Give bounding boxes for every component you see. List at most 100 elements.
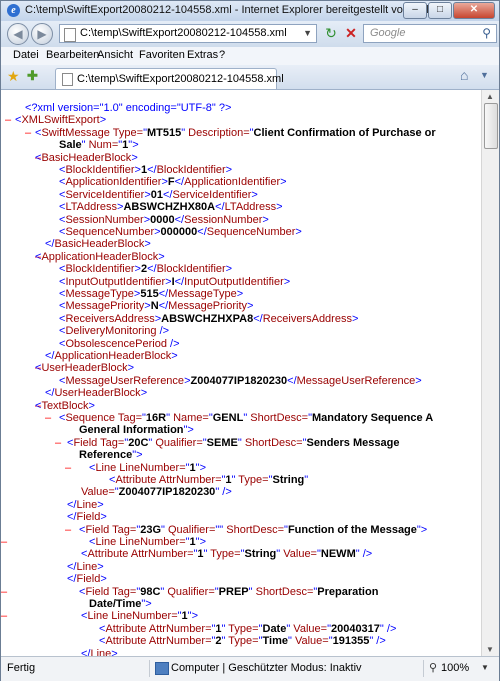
xml-line: <MessageType>515</MessageType> <box>59 288 243 301</box>
collapse-toggle[interactable]: – <box>1 586 7 598</box>
refresh-button[interactable]: ↻ <box>321 24 341 43</box>
scroll-up-arrow-icon[interactable]: ▲ <box>486 92 494 101</box>
security-zone[interactable]: Computer | Geschützter Modus: Inaktiv <box>171 662 362 674</box>
xml-token: SEME <box>206 436 238 449</box>
xml-line: </ApplicationHeaderBlock> <box>45 350 178 363</box>
status-divider <box>423 660 424 677</box>
xml-token: </ <box>147 263 157 276</box>
stop-button[interactable]: ✕ <box>343 24 359 43</box>
navigation-bar: ◀ ▶ C:\temp\SwiftExport20080212-104558.x… <box>1 21 499 47</box>
xml-token: MessagePriority <box>65 300 145 313</box>
collapse-toggle[interactable]: – <box>45 412 51 424</box>
minimize-button[interactable]: – <box>403 2 427 19</box>
xml-token: </ <box>253 312 263 325</box>
maximize-button[interactable]: □ <box>428 2 452 19</box>
collapse-toggle[interactable]: – <box>65 524 71 536</box>
menu-bearbeiten[interactable]: Bearbeiten <box>46 49 99 61</box>
address-bar[interactable]: C:\temp\SwiftExport20080212-104558.xml ▼ <box>59 24 317 43</box>
xml-token: InputOutputIdentifier <box>65 275 166 288</box>
chevron-down-icon[interactable]: ▼ <box>481 663 489 672</box>
xml-token: Type= <box>109 126 144 139</box>
zoom-level[interactable]: 100% <box>441 662 469 674</box>
xml-token: 0000 <box>150 213 175 226</box>
collapse-toggle[interactable]: – <box>55 437 61 449</box>
collapse-toggle[interactable]: – <box>1 536 7 548</box>
xml-token: Line <box>95 536 117 548</box>
xml-token: Num= <box>85 139 119 152</box>
menu-favoriten[interactable]: Favoriten <box>139 49 185 61</box>
xml-line: <Line LineNumber="1"> <box>81 610 198 623</box>
computer-icon <box>155 662 169 675</box>
search-icon[interactable]: ⚲ <box>482 26 491 40</box>
xml-token: > <box>111 647 118 656</box>
window-title: C:\temp\SwiftExport20080212-104558.xml -… <box>25 4 431 16</box>
xml-token: ApplicationHeaderBlock <box>54 350 172 362</box>
tab-current[interactable]: C:\temp\SwiftExport20080212-104558.xml <box>55 68 284 89</box>
xml-token: Value= <box>280 548 317 561</box>
xml-token: LineNumber= <box>116 461 186 474</box>
xml-token: " /> <box>215 486 232 499</box>
xml-token: Name= <box>170 412 209 424</box>
xml-line: <UserHeaderBlock> <box>35 362 134 375</box>
collapse-toggle[interactable]: – <box>1 610 7 622</box>
xml-token: </ <box>197 226 207 238</box>
xml-line: <BlockIdentifier>2</BlockIdentifier> <box>59 263 232 276</box>
chevron-down-icon[interactable]: ▼ <box>480 70 489 80</box>
home-icon[interactable]: ⌂ <box>460 67 468 83</box>
xml-line: <Attribute AttrNumber="1" Type="String" … <box>81 548 372 561</box>
xml-token: Attribute <box>87 548 129 561</box>
xml-token: ABSWCHZHX80A <box>123 201 216 214</box>
xml-line: <ApplicationHeaderBlock> <box>35 251 165 264</box>
xml-token: LTAddress <box>224 201 277 214</box>
xml-token: ServiceIdentifier <box>172 188 252 201</box>
xml-token: ShortDesc= <box>223 523 285 536</box>
xml-token: ShortDesc= <box>252 585 314 598</box>
xml-token: /> <box>166 337 180 350</box>
search-box[interactable]: Google ⚲ <box>363 24 497 43</box>
chevron-down-icon[interactable]: ▼ <box>303 28 312 38</box>
menu-datei[interactable]: Datei <box>13 49 39 61</box>
xml-token: BlockIdentifier <box>65 164 135 176</box>
address-text[interactable]: C:\temp\SwiftExport20080212-104558.xml <box>80 27 287 39</box>
title-bar[interactable]: e C:\temp\SwiftExport20080212-104558.xml… <box>1 1 499 21</box>
xml-token: 515 <box>140 288 159 300</box>
xml-token: UserHeaderBlock <box>54 387 141 400</box>
xml-line: </Line> <box>67 499 104 512</box>
back-button[interactable]: ◀ <box>7 23 29 45</box>
close-button[interactable]: ✕ <box>453 2 495 19</box>
menu-help[interactable]: ? <box>219 49 225 61</box>
xml-token: "> <box>141 598 152 610</box>
favorites-star-icon[interactable]: ★ <box>7 68 20 85</box>
xml-line: <Field Tag="23G" Qualifier="" ShortDesc=… <box>79 524 427 537</box>
xml-token: ObsolescencePeriod <box>65 337 167 350</box>
xml-line: <?xml version="1.0" encoding="UTF-8" ?> <box>25 102 231 115</box>
scroll-down-arrow-icon[interactable]: ▼ <box>486 645 494 654</box>
forward-button[interactable]: ▶ <box>31 23 53 45</box>
vertical-scrollbar[interactable]: ▲ ▼ <box>481 90 499 656</box>
xml-token: " /> <box>369 635 386 648</box>
xml-token: ReceiversAddress <box>262 312 352 325</box>
collapse-toggle[interactable]: – <box>5 114 11 126</box>
zoom-icon[interactable]: ⚲ <box>429 661 437 674</box>
xml-token: Type= <box>225 635 259 648</box>
xml-line: <Field Tag="20C" Qualifier="SEME" ShortD… <box>67 437 399 450</box>
add-favorite-icon[interactable]: ✚ <box>27 68 38 84</box>
collapse-toggle[interactable]: – <box>25 127 31 139</box>
xml-token: MessagePriority <box>168 300 248 313</box>
xml-line: <MessageUserReference>Z004077IP1820230</… <box>59 375 422 388</box>
scroll-thumb[interactable] <box>484 103 498 149</box>
xml-token: Line <box>95 461 117 474</box>
menu-ansicht[interactable]: Ansicht <box>97 49 133 61</box>
menu-extras[interactable]: Extras <box>187 49 218 61</box>
xml-line: <ObsolescencePeriod /> <box>59 338 180 351</box>
status-text: Fertig <box>7 662 36 674</box>
xml-token: NEWM <box>320 548 356 561</box>
xml-token: Sale <box>59 139 82 152</box>
xml-token: Attribute <box>105 622 147 635</box>
xml-token: AttrNumber= <box>146 622 212 635</box>
xml-token: " /> <box>379 622 397 635</box>
collapse-toggle[interactable]: – <box>65 462 71 474</box>
xml-token: Tag= <box>109 585 137 598</box>
search-input[interactable]: Google <box>370 27 405 39</box>
xml-token: Z004077IP1820230 <box>118 486 216 499</box>
